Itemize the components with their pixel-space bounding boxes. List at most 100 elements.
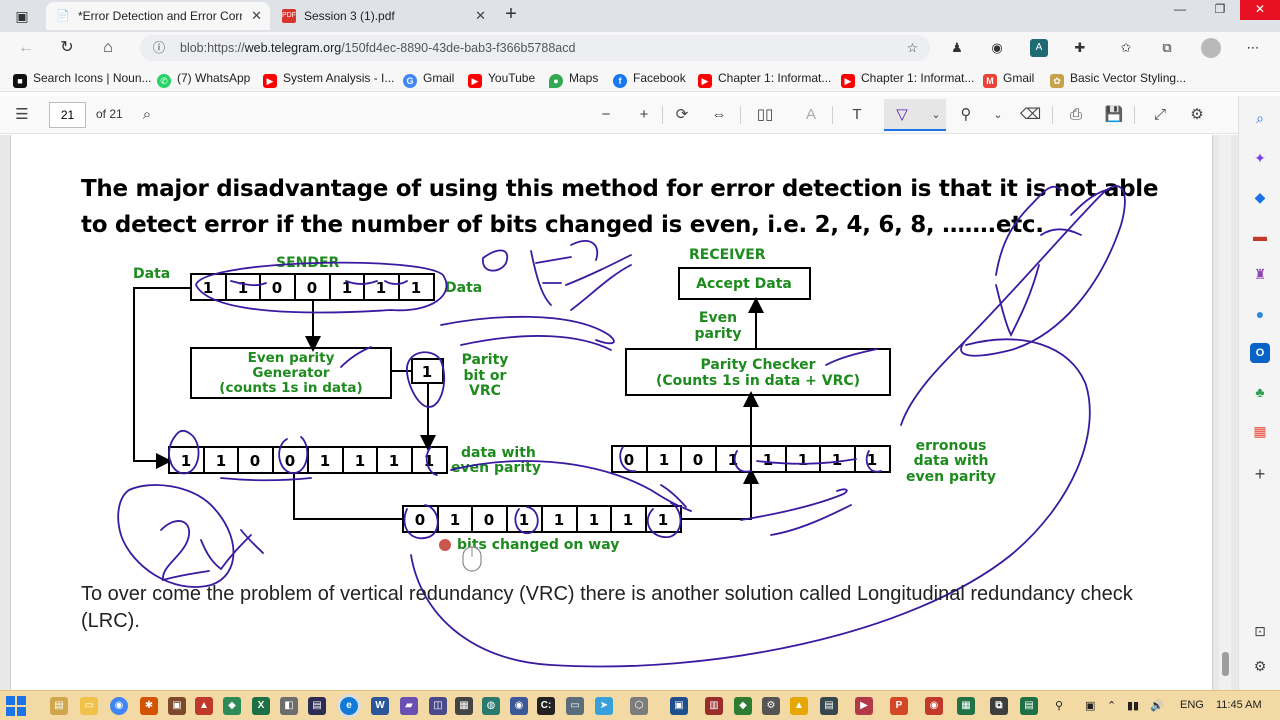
puzzle-icon[interactable]: ✚	[1071, 39, 1089, 57]
app-icon[interactable]: ▣	[168, 697, 186, 715]
highlight-icon[interactable]: ⚲	[956, 105, 976, 125]
extension-icon[interactable]: ♟	[948, 39, 966, 57]
powerpoint-icon[interactable]: P	[890, 697, 908, 715]
clock[interactable]: 11:45 AM	[1216, 699, 1262, 711]
zoom-in-icon[interactable]: +	[634, 105, 654, 125]
adobe-extension-icon[interactable]: A	[1030, 39, 1048, 57]
address-bar[interactable]: ⓘ blob:https://web.telegram.org/150fd4ec…	[140, 35, 930, 61]
pdf-viewport[interactable]: The major disadvantage of using this met…	[0, 135, 1238, 690]
collections-icon[interactable]: ⧉	[1158, 39, 1176, 57]
app-icon[interactable]: ▰	[400, 697, 418, 715]
bookmark-item[interactable]: f Facebook	[613, 69, 686, 88]
chevron-down-icon[interactable]: ⌄	[926, 105, 946, 125]
app-icon[interactable]: ⧉	[990, 697, 1008, 715]
app-icon[interactable]: ⚙	[762, 697, 780, 715]
terminal-icon[interactable]: C:	[537, 697, 555, 715]
network-icon[interactable]: ▮▮	[1127, 699, 1139, 712]
pdf-scrollbar[interactable]	[1219, 135, 1231, 690]
excel-icon[interactable]: X	[252, 697, 270, 715]
back-button[interactable]: ←	[14, 36, 38, 60]
bookmark-item[interactable]: ▶ Chapter 1: Informat...	[841, 69, 974, 88]
app-icon[interactable]: ◫	[429, 697, 447, 715]
print-icon[interactable]: ⎙	[1066, 105, 1086, 125]
page-view-icon[interactable]: ▯▯	[755, 105, 775, 125]
bookmark-item[interactable]: ▶ Chapter 1: Informat...	[698, 69, 831, 88]
app-icon[interactable]: ▭	[566, 697, 584, 715]
settings-gear-icon[interactable]: ⚙	[1187, 105, 1207, 125]
show-hidden-icons[interactable]: ⌃	[1107, 699, 1116, 712]
app-icon[interactable]: ▤	[1020, 697, 1038, 715]
app-icon[interactable]: ◍	[482, 697, 500, 715]
app-icon[interactable]: ▣	[670, 697, 688, 715]
fullscreen-icon[interactable]: ⤢	[1150, 105, 1170, 125]
new-tab-button[interactable]: +	[500, 4, 522, 26]
read-aloud-icon[interactable]: A	[801, 105, 821, 125]
apps-grid-icon[interactable]: ▦	[1250, 421, 1270, 441]
folder-icon[interactable]: ▭	[80, 697, 98, 715]
close-tab-icon[interactable]: ✕	[475, 2, 486, 30]
eraser-icon[interactable]: ⌫	[1020, 105, 1041, 125]
rotate-icon[interactable]: ⟳	[672, 105, 692, 125]
copilot-icon[interactable]: ✦	[1250, 148, 1270, 168]
warning-app-icon[interactable]: ▲	[790, 697, 808, 715]
app-icon[interactable]: ▲	[195, 697, 213, 715]
edge-browser-icon[interactable]: e	[340, 697, 358, 715]
draw-pen-icon[interactable]: ▽	[892, 105, 912, 125]
chevron-down-icon[interactable]: ⌄	[988, 105, 1008, 125]
add-text-icon[interactable]: T	[847, 105, 867, 125]
workspaces-icon[interactable]: ▣	[12, 7, 32, 25]
volume-icon[interactable]: 🔊	[1150, 699, 1164, 712]
bookmark-item[interactable]: ✆ (7) WhatsApp	[157, 69, 250, 88]
office-icon[interactable]: ●	[1250, 304, 1270, 324]
app-icon[interactable]: ▤	[308, 697, 326, 715]
more-menu-icon[interactable]: ⋯	[1244, 39, 1262, 57]
app-icon[interactable]: ▶	[855, 697, 873, 715]
app-icon[interactable]: ⬡	[630, 697, 648, 715]
favorite-star-icon[interactable]: ☆	[907, 35, 918, 61]
file-manager-icon[interactable]: ▤	[50, 697, 68, 715]
telegram-icon[interactable]: ➤	[595, 697, 613, 715]
bookmark-item[interactable]: ▶ System Analysis - I...	[263, 69, 394, 88]
restore-button[interactable]: ❐	[1200, 0, 1240, 20]
bookmark-item[interactable]: ● Maps	[549, 69, 598, 88]
app-icon[interactable]: ◉	[925, 697, 943, 715]
shopping-tag-icon[interactable]: ◆	[1250, 187, 1270, 207]
search-icon[interactable]: ⌕	[1250, 108, 1270, 128]
sidebar-settings-icon[interactable]: ⚙	[1250, 656, 1270, 676]
sidebar-collapse-icon[interactable]: ⊡	[1250, 621, 1270, 641]
word-icon[interactable]: W	[371, 697, 389, 715]
bookmark-item[interactable]: ✿ Basic Vector Styling...	[1050, 69, 1186, 88]
favorites-icon[interactable]: ✩	[1117, 39, 1135, 57]
scroll-thumb[interactable]	[1222, 652, 1229, 676]
windows-start-icon[interactable]	[6, 696, 26, 716]
bookmark-item[interactable]: ■ Search Icons | Noun...	[13, 69, 152, 88]
chrome-icon[interactable]: ◉	[110, 697, 128, 715]
drop-icon[interactable]: ♣	[1250, 382, 1270, 402]
refresh-button[interactable]: ↻	[55, 36, 79, 60]
search-icon[interactable]: ⌕	[137, 105, 157, 125]
app-icon[interactable]: ✱	[140, 697, 158, 715]
globe-icon[interactable]: ◉	[988, 39, 1006, 57]
add-app-icon[interactable]: +	[1250, 464, 1270, 484]
close-tab-icon[interactable]: ✕	[251, 2, 262, 30]
profile-avatar[interactable]	[1201, 38, 1221, 58]
games-icon[interactable]: ♜	[1250, 264, 1270, 284]
bookmark-item[interactable]: M Gmail	[983, 69, 1034, 88]
save-icon[interactable]: 💾	[1104, 105, 1124, 125]
page-number-input[interactable]: 21	[49, 102, 86, 128]
app-icon[interactable]: ▦	[455, 697, 473, 715]
language-indicator[interactable]: ENG	[1180, 699, 1204, 711]
tab-error-detection[interactable]: 📄 *Error Detection and Error Correc ✕	[46, 2, 270, 30]
app-icon[interactable]: ◆	[223, 697, 241, 715]
app-icon[interactable]: ◉	[510, 697, 528, 715]
pin-icon[interactable]: ⚲	[1055, 699, 1063, 712]
tools-icon[interactable]: ▬	[1250, 226, 1270, 246]
app-icon[interactable]: ▥	[705, 697, 723, 715]
table-of-contents-icon[interactable]: ☰	[12, 105, 32, 125]
outlook-icon[interactable]: O	[1250, 343, 1270, 363]
fit-width-icon[interactable]: ⇔	[709, 105, 729, 125]
info-icon[interactable]: ⓘ	[150, 35, 168, 61]
app-icon[interactable]: ◆	[734, 697, 752, 715]
tab-session-pdf[interactable]: PDF Session 3 (1).pdf ✕	[272, 2, 494, 30]
app-icon[interactable]: ▦	[957, 697, 975, 715]
